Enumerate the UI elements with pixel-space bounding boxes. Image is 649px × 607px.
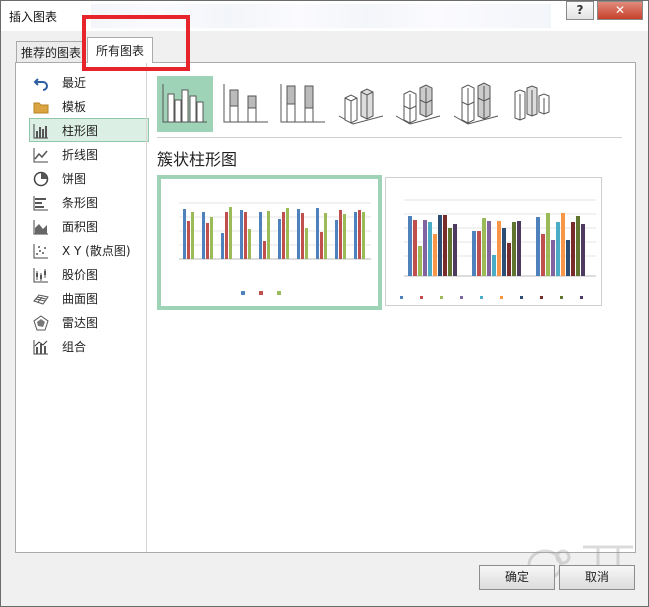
sidebar-item-label: 饼图	[62, 172, 87, 186]
radar-chart-icon	[33, 315, 49, 331]
chart-preview-1-thumbnail	[179, 202, 371, 295]
pie-chart-icon	[33, 171, 49, 187]
sidebar-item-recent[interactable]: 最近	[29, 70, 149, 94]
sidebar-item-scatter[interactable]: X Y (散点图)	[29, 238, 149, 262]
sidebar-item-area[interactable]: 面积图	[29, 214, 149, 238]
tab-recommended-charts[interactable]: 推荐的图表	[16, 41, 86, 63]
sidebar-item-label: 雷达图	[62, 316, 99, 330]
sidebar-item-label: 柱形图	[62, 124, 99, 138]
sidebar-divider	[146, 63, 147, 552]
scatter-chart-icon	[33, 244, 48, 259]
cancel-button[interactable]: 取消	[559, 565, 635, 590]
clustered-column-option[interactable]	[157, 76, 213, 132]
area-chart-icon	[33, 220, 48, 235]
column-chart-icon	[33, 124, 48, 139]
sidebar-item-column[interactable]: 柱形图	[29, 118, 149, 142]
sidebar-item-line[interactable]: 折线图	[29, 142, 149, 166]
sidebar-item-label: 模板	[62, 100, 87, 114]
3d-column-icon	[514, 85, 550, 121]
sidebar-item-templates[interactable]: 模板	[29, 94, 149, 118]
sidebar-item-pie[interactable]: 饼图	[29, 166, 149, 190]
sidebar-item-stock[interactable]: 股价图	[29, 262, 149, 286]
sidebar-item-surface[interactable]: 曲面图	[29, 286, 149, 310]
ok-button[interactable]: 确定	[479, 565, 555, 590]
stacked-column-icon	[223, 84, 268, 123]
dialog-title: 插入图表	[9, 10, 58, 24]
sidebar-item-label: 条形图	[62, 196, 99, 210]
sidebar-item-label: 面积图	[62, 220, 99, 234]
sidebar-item-label: 曲面图	[62, 292, 99, 306]
combo-chart-icon	[33, 340, 48, 355]
bar-chart-icon	[33, 196, 48, 211]
stock-chart-icon	[33, 268, 48, 283]
clustered-column-icon	[162, 84, 207, 123]
3d-stacked-column-option[interactable]	[390, 76, 446, 132]
chart-category-sidebar: 最近 模板 柱形图 折线图 饼图 条形图 面积图 X Y (散点图) 股价图 曲…	[29, 70, 149, 358]
surface-chart-icon	[33, 294, 49, 305]
all-charts-panel: 最近 模板 柱形图 折线图 饼图 条形图 面积图 X Y (散点图) 股价图 曲…	[15, 62, 636, 553]
sidebar-item-radar[interactable]: 雷达图	[29, 310, 149, 334]
100-stacked-column-option[interactable]	[275, 76, 331, 132]
100-stacked-column-icon	[280, 84, 325, 123]
line-chart-icon	[33, 148, 48, 163]
subtype-divider	[157, 137, 622, 138]
sidebar-item-bar[interactable]: 条形图	[29, 190, 149, 214]
3d-clustered-column-icon	[338, 88, 384, 125]
folder-icon	[33, 102, 49, 114]
chart-preview-2[interactable]	[385, 177, 602, 306]
sidebar-item-combo[interactable]: 组合	[29, 334, 149, 358]
chart-preview-2-thumbnail	[400, 199, 596, 299]
3d-clustered-column-option[interactable]	[333, 76, 389, 132]
chart-preview-1[interactable]	[157, 175, 382, 310]
sidebar-item-label: 最近	[62, 76, 87, 90]
sidebar-item-label: 股价图	[62, 268, 99, 282]
sidebar-item-label: X Y (散点图)	[62, 244, 131, 258]
close-button[interactable]: ✕	[597, 1, 643, 20]
insert-chart-dialog: 插入图表 ? ✕ 推荐的图表 所有图表 最近 模板 柱形图 折线图 饼图 条形图…	[0, 0, 649, 607]
red-highlight-box	[82, 15, 190, 71]
3d-column-option[interactable]	[505, 76, 561, 132]
3d-stacked-column-icon	[395, 84, 441, 125]
chart-subtype-row	[157, 76, 627, 132]
sidebar-item-label: 折线图	[62, 148, 99, 162]
3d-100-stacked-column-icon	[453, 82, 499, 125]
undo-arrow-icon	[33, 78, 48, 91]
sidebar-item-label: 组合	[62, 340, 87, 354]
subtype-title: 簇状柱形图	[157, 150, 238, 169]
stacked-column-option[interactable]	[218, 76, 274, 132]
3d-100-stacked-column-option[interactable]	[448, 76, 504, 132]
help-button[interactable]: ?	[566, 1, 594, 20]
